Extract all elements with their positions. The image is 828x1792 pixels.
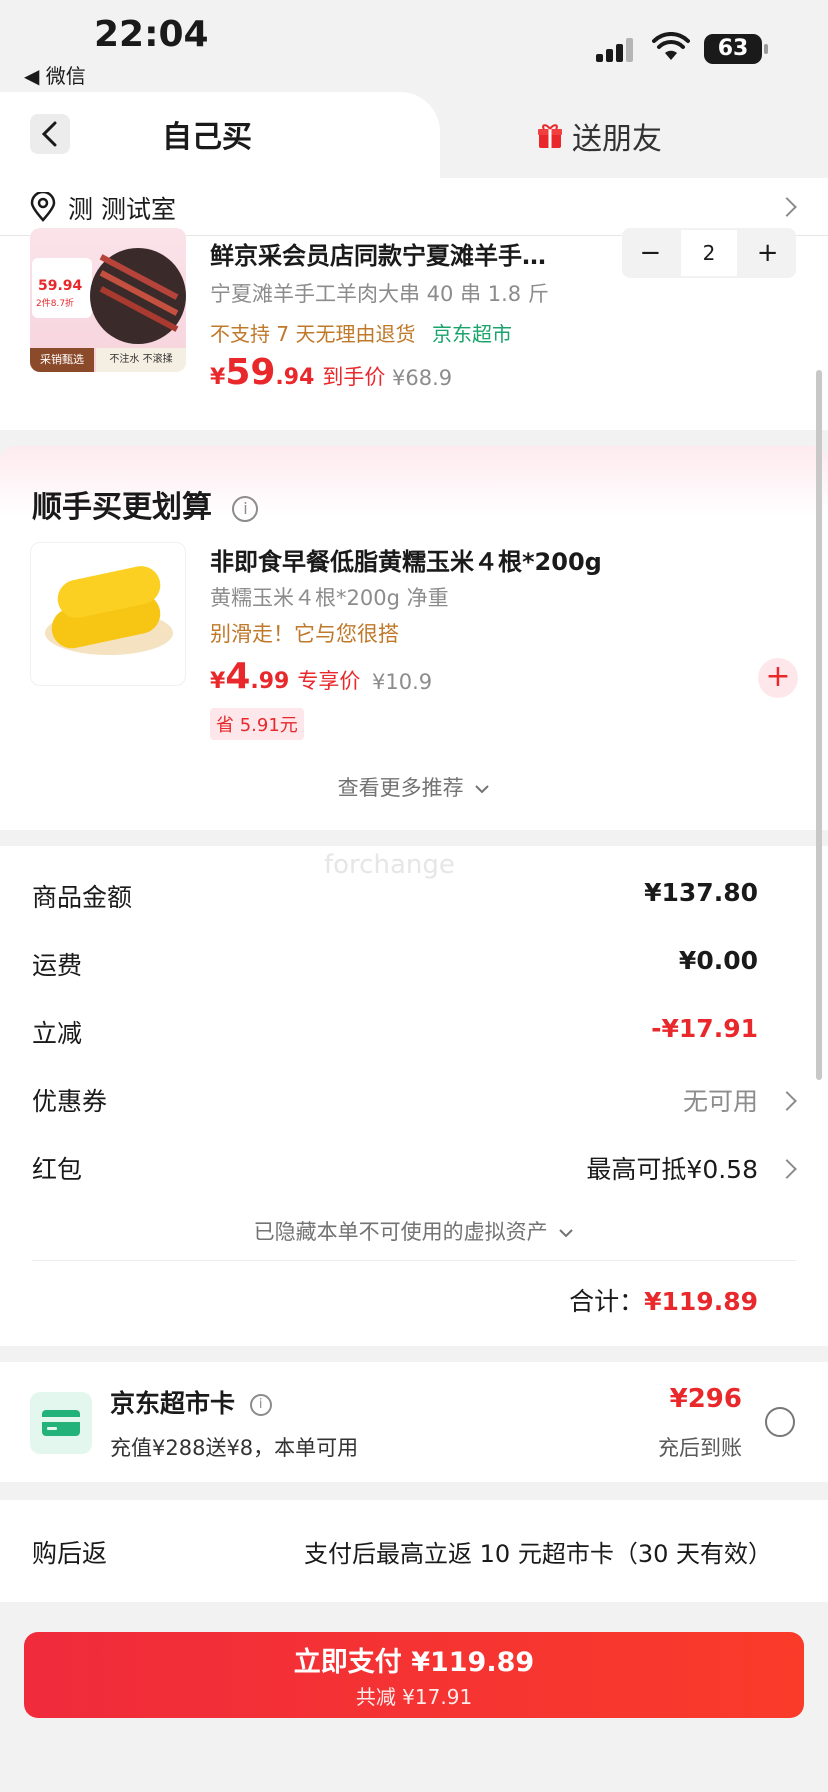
pay-now-button[interactable]: 立即支付 ¥119.89 共减 ¥17.91 (24, 1632, 804, 1718)
status-bar: 22:04 ◀ 微信 63 (0, 0, 828, 92)
purchase-mode-tabs: 自己买 送朋友 (0, 92, 828, 178)
market-card-section: 京东超市卡 i 充值¥288送¥8，本单可用 ¥296 充后到账 (0, 1362, 828, 1482)
tab-gift-label: 送朋友 (572, 122, 662, 157)
recommend-section: 顺手买更划算 i 非即食早餐低脂黄糯玉米４根*200g 黄糯玉米４根*200g … (0, 446, 828, 830)
gift-icon (538, 124, 562, 148)
location-pin-icon (30, 192, 56, 222)
discount-value: -¥17.91 (651, 1014, 758, 1043)
product-subtitle: 宁夏滩羊手工羊肉大串 40 串 1.8 斤 (210, 282, 549, 306)
recommend-item-hint: 别滑走！它与您很搭 (210, 622, 399, 646)
return-policy-warning: 不支持 7 天无理由退货 (210, 322, 416, 346)
tab-self-label: 自己买 (162, 120, 252, 155)
market-card-radio[interactable] (765, 1407, 795, 1437)
rebate-section: 购后返 支付后最高立返 10 元超市卡（30 天有效） (0, 1500, 828, 1602)
recommend-item-original-price: ¥10.9 (372, 670, 433, 694)
card-icon (30, 1392, 92, 1454)
more-recommendations-link[interactable]: 查看更多推荐 (0, 772, 828, 802)
watermark: forchange (324, 850, 455, 880)
thumb-label-left: 采销甄选 (30, 348, 94, 372)
add-to-order-button[interactable]: + (758, 658, 798, 698)
chevron-right-icon (777, 197, 797, 217)
thumb-discount: 2件8.7折 (36, 299, 75, 309)
thumb-badge-price: 59.94 (38, 278, 83, 294)
quantity-value[interactable]: 2 (678, 228, 740, 278)
product-original-price: ¥68.9 (392, 366, 453, 390)
red-packet-label: 红包 (32, 1155, 83, 1184)
product-price: ¥59.94 到手价 (210, 352, 386, 393)
product-thumbnail: 59.94 2件8.7折 采销甄选 不注水 不滚揉 (30, 228, 186, 372)
total-label: 合计： (569, 1287, 645, 1316)
rebate-text: 支付后最高立返 10 元超市卡（30 天有效） (304, 1540, 772, 1568)
wifi-icon (652, 32, 690, 60)
battery-icon: 63 (704, 34, 768, 64)
market-card-title: 京东超市卡 i (110, 1384, 272, 1420)
goods-amount-value: ¥137.80 (644, 878, 758, 907)
tab-send-friend[interactable]: 送朋友 (538, 114, 662, 158)
pay-button-label: 立即支付 ¥119.89 (293, 1647, 535, 1678)
status-time: 22:04 (94, 14, 209, 55)
signal-icon (596, 38, 633, 62)
info-icon[interactable]: i (232, 495, 259, 522)
back-to-wechat[interactable]: ◀ 微信 (24, 60, 86, 89)
chevron-down-icon (559, 1229, 574, 1238)
info-icon[interactable]: i (249, 1394, 272, 1416)
total-value: ¥119.89 (644, 1287, 758, 1316)
scrollbar[interactable] (816, 370, 822, 1080)
store-tag: 京东超市 (432, 322, 512, 346)
market-card-desc: 充值¥288送¥8，本单可用 (110, 1436, 359, 1460)
chevron-left-icon (41, 121, 57, 147)
recommend-title: 顺手买更划算 i (32, 482, 259, 526)
back-button[interactable] (30, 114, 70, 154)
pay-button-savings: 共减 ¥17.91 (355, 1685, 473, 1709)
hidden-assets-toggle[interactable]: 已隐藏本单不可使用的虚拟资产 (0, 1216, 828, 1246)
total-row: 合计：¥119.89 (569, 1282, 758, 1318)
product-title[interactable]: 鲜京采会员店同款宁夏滩羊手… (210, 236, 546, 271)
corn-thumbnail[interactable] (30, 542, 186, 686)
quantity-stepper: − 2 + (622, 228, 796, 278)
market-card-amount: ¥296 (669, 1384, 742, 1414)
coupon-value[interactable]: 无可用 (683, 1082, 758, 1118)
address-text: 测 测试室 (68, 195, 176, 224)
discount-label: 立减 (32, 1019, 83, 1048)
recommend-item-subtitle: 黄糯玉米４根*200g 净重 (210, 586, 449, 610)
red-packet-value[interactable]: 最高可抵¥0.58 (586, 1150, 758, 1186)
goods-amount-label: 商品金额 (32, 883, 133, 912)
coupon-label: 优惠券 (32, 1087, 108, 1116)
shipping-label: 运费 (32, 951, 83, 980)
recommend-item-price: ¥4.99 专享价 (210, 656, 361, 697)
quantity-plus-button[interactable]: + (739, 228, 796, 278)
order-summary: forchange 商品金额 ¥137.80 运费 ¥0.00 立减 -¥17.… (0, 846, 828, 1346)
chevron-right-icon (777, 1091, 797, 1111)
divider (32, 1260, 796, 1261)
chevron-down-icon (475, 785, 490, 794)
quantity-minus-button[interactable]: − (622, 228, 679, 278)
thumb-label-right: 不注水 不滚揉 (96, 348, 186, 372)
shipping-value: ¥0.00 (678, 946, 758, 975)
savings-badge: 省 5.91元 (210, 708, 304, 740)
recommend-item-title[interactable]: 非即食早餐低脂黄糯玉米４根*200g (210, 542, 602, 577)
tab-self-buy[interactable]: 自己买 (0, 92, 440, 178)
rebate-label: 购后返 (32, 1539, 108, 1568)
market-card-note: 充后到账 (658, 1436, 742, 1460)
chevron-right-icon (777, 1159, 797, 1179)
